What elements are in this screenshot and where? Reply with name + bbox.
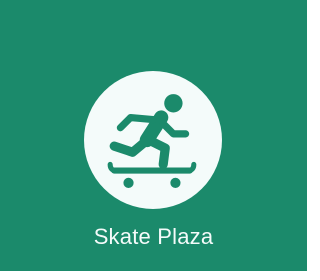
tile-label: Skate Plaza	[93, 224, 214, 249]
skate-plaza-tile[interactable]: Skate Plaza	[0, 0, 307, 271]
icon-badge	[84, 71, 222, 209]
skateboarder-icon	[107, 94, 197, 188]
